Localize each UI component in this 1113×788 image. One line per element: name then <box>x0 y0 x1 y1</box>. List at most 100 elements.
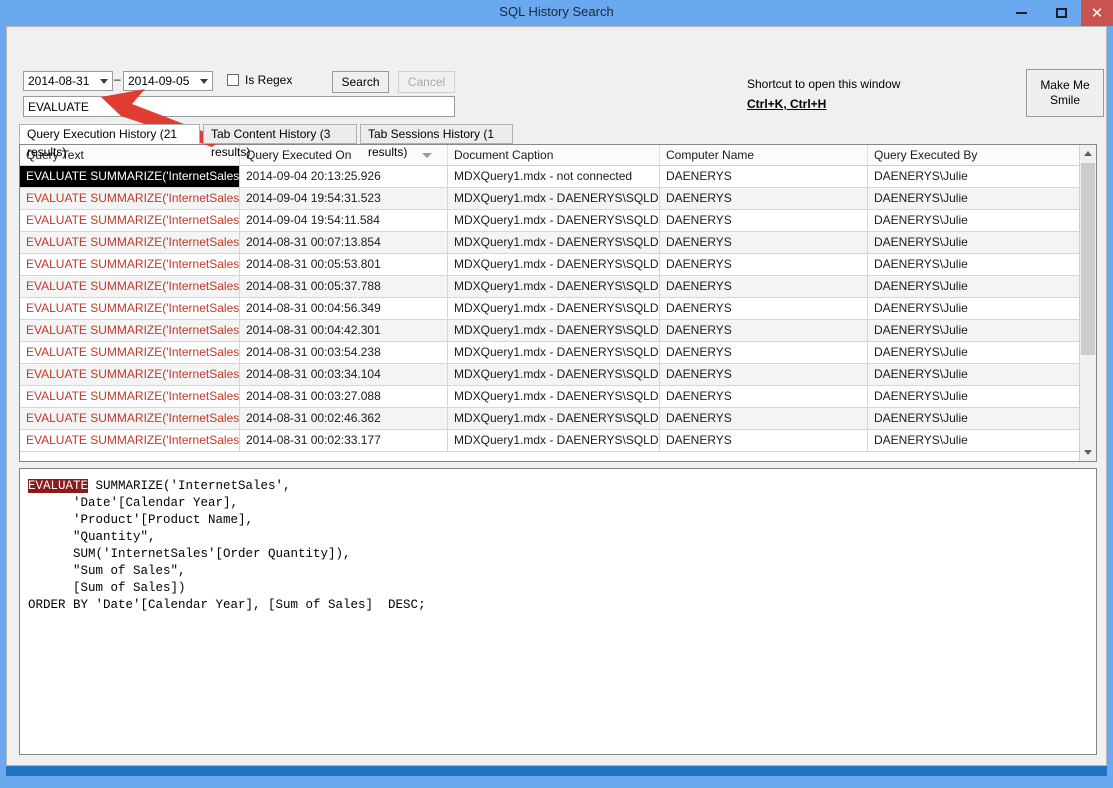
cell-document-caption: MDXQuery1.mdx - DAENERYS\SQLDE... <box>448 210 660 231</box>
cell-computer-name: DAENERYS <box>660 188 868 209</box>
shortcut-keys-link[interactable]: Ctrl+K, Ctrl+H <box>747 97 826 111</box>
results-grid: Query TextQuery Executed OnDocument Capt… <box>19 144 1097 462</box>
grid-body: EVALUATE SUMMARIZE('InternetSales'... 201… <box>20 166 1080 452</box>
cell-computer-name: DAENERYS <box>660 276 868 297</box>
tab-1[interactable]: Tab Content History (3 results) <box>203 124 357 159</box>
minimize-button[interactable] <box>1001 0 1041 26</box>
table-row[interactable]: EVALUATE SUMMARIZE('InternetSales'... 201… <box>20 298 1080 320</box>
maximize-icon <box>1055 8 1067 18</box>
query-preview-text: EVALUATE SUMMARIZE('InternetSales', 'Dat… <box>20 469 1096 614</box>
table-row[interactable]: EVALUATE SUMMARIZE('InternetSales'... 201… <box>20 430 1080 452</box>
search-button[interactable]: Search <box>332 71 389 93</box>
table-row[interactable]: EVALUATE SUMMARIZE('InternetSales'... 201… <box>20 408 1080 430</box>
cell-computer-name: DAENERYS <box>660 430 868 451</box>
cell-executed-on: 2014-08-31 00:04:56.349 <box>240 298 448 319</box>
tab-strip: Query Execution History (21 results) Tab … <box>19 124 1097 159</box>
scrollbar-thumb[interactable] <box>1081 163 1095 355</box>
table-row[interactable]: EVALUATE SUMMARIZE('InternetSales'... 201… <box>20 254 1080 276</box>
chevron-down-icon <box>100 79 108 84</box>
table-row[interactable]: EVALUATE SUMMARIZE('InternetSales'... 201… <box>20 276 1080 298</box>
cell-executed-by: DAENERYS\Julie <box>868 408 1080 429</box>
scroll-up-button[interactable] <box>1080 145 1096 162</box>
date-to-dropdown[interactable]: 2014-09-05 <box>123 71 213 91</box>
chevron-down-icon <box>200 79 208 84</box>
query-preview-pane[interactable]: EVALUATE SUMMARIZE('InternetSales', 'Dat… <box>19 468 1097 755</box>
cell-computer-name: DAENERYS <box>660 298 868 319</box>
column-header-label: Document Caption <box>454 148 554 162</box>
title-bar: SQL History Search ✕ <box>0 0 1113 26</box>
tab-2[interactable]: Tab Sessions History (1 results) <box>360 124 513 159</box>
cell-executed-on: 2014-09-04 20:13:25.926 <box>240 166 448 187</box>
cell-executed-by: DAENERYS\Julie <box>868 342 1080 363</box>
table-row[interactable]: EVALUATE SUMMARIZE('InternetSales'... 201… <box>20 386 1080 408</box>
minimize-icon <box>1015 12 1027 14</box>
cell-document-caption: MDXQuery1.mdx - DAENERYS\SQLDE... <box>448 342 660 363</box>
cell-query-text: EVALUATE SUMMARIZE('InternetSales'... <box>20 210 240 231</box>
table-row[interactable]: EVALUATE SUMMARIZE('InternetSales'... 201… <box>20 166 1080 188</box>
cell-executed-on: 2014-09-04 19:54:11.584 <box>240 210 448 231</box>
cell-computer-name: DAENERYS <box>660 166 868 187</box>
is-regex-checkbox[interactable]: Is Regex <box>227 73 292 87</box>
cell-executed-by: DAENERYS\Julie <box>868 320 1080 341</box>
cell-query-text: EVALUATE SUMMARIZE('InternetSales'... <box>20 298 240 319</box>
grid-header-row: Query TextQuery Executed OnDocument Capt… <box>20 145 1080 166</box>
table-row[interactable]: EVALUATE SUMMARIZE('InternetSales'... 201… <box>20 342 1080 364</box>
cell-document-caption: MDXQuery1.mdx - DAENERYS\SQLDE... <box>448 188 660 209</box>
column-header-1[interactable]: Query Executed On <box>240 145 448 165</box>
column-header-4[interactable]: Query Executed By <box>868 145 1080 165</box>
column-header-3[interactable]: Computer Name <box>660 145 868 165</box>
table-row[interactable]: EVALUATE SUMMARIZE('InternetSales'... 201… <box>20 232 1080 254</box>
cell-executed-by: DAENERYS\Julie <box>868 364 1080 385</box>
cell-executed-by: DAENERYS\Julie <box>868 386 1080 407</box>
column-header-label: Query Executed On <box>246 148 352 162</box>
cell-query-text: EVALUATE SUMMARIZE('InternetSales'... <box>20 254 240 275</box>
make-me-smile-button[interactable]: Make Me Smile <box>1026 69 1104 117</box>
cell-executed-on: 2014-08-31 00:04:42.301 <box>240 320 448 341</box>
chevron-down-icon <box>1084 450 1092 455</box>
cell-document-caption: MDXQuery1.mdx - DAENERYS\SQLDE... <box>448 254 660 275</box>
cell-computer-name: DAENERYS <box>660 232 868 253</box>
table-row[interactable]: EVALUATE SUMMARIZE('InternetSales'... 201… <box>20 210 1080 232</box>
cell-executed-by: DAENERYS\Julie <box>868 166 1080 187</box>
table-row[interactable]: EVALUATE SUMMARIZE('InternetSales'... 201… <box>20 320 1080 342</box>
table-row[interactable]: EVALUATE SUMMARIZE('InternetSales'... 201… <box>20 188 1080 210</box>
make-me-smile-line1: Make Me <box>1040 78 1090 92</box>
cell-executed-by: DAENERYS\Julie <box>868 254 1080 275</box>
cell-query-text: EVALUATE SUMMARIZE('InternetSales'... <box>20 166 240 187</box>
chevron-up-icon <box>1084 151 1092 156</box>
cell-computer-name: DAENERYS <box>660 320 868 341</box>
cancel-button: Cancel <box>398 71 455 93</box>
window-title: SQL History Search <box>499 4 614 19</box>
cell-computer-name: DAENERYS <box>660 254 868 275</box>
maximize-button[interactable] <box>1041 0 1081 26</box>
bottom-accent-bar <box>6 766 1107 776</box>
checkbox-box-icon <box>227 74 239 86</box>
column-header-label: Query Executed By <box>874 148 978 162</box>
cell-computer-name: DAENERYS <box>660 364 868 385</box>
column-header-2[interactable]: Document Caption <box>448 145 660 165</box>
date-from-dropdown[interactable]: 2014-08-31 <box>23 71 113 91</box>
tab-0[interactable]: Query Execution History (21 results) <box>19 124 200 159</box>
cell-query-text: EVALUATE SUMMARIZE('InternetSales'... <box>20 342 240 363</box>
cell-executed-by: DAENERYS\Julie <box>868 232 1080 253</box>
cell-executed-on: 2014-08-31 00:07:13.854 <box>240 232 448 253</box>
cell-executed-on: 2014-08-31 00:02:46.362 <box>240 408 448 429</box>
table-row[interactable]: EVALUATE SUMMARIZE('InternetSales'... 201… <box>20 364 1080 386</box>
date-from-value: 2014-08-31 <box>28 74 90 88</box>
make-me-smile-line2: Smile <box>1049 93 1080 107</box>
close-button[interactable]: ✕ <box>1081 0 1113 26</box>
cell-executed-by: DAENERYS\Julie <box>868 430 1080 451</box>
cell-computer-name: DAENERYS <box>660 386 868 407</box>
client-area: 2014-08-31 – 2014-09-05 Is Regex Search … <box>6 26 1107 766</box>
cell-executed-on: 2014-08-31 00:03:27.088 <box>240 386 448 407</box>
scroll-down-button[interactable] <box>1080 444 1096 461</box>
cell-document-caption: MDXQuery1.mdx - not connected <box>448 166 660 187</box>
cell-executed-on: 2014-08-31 00:02:33.177 <box>240 430 448 451</box>
query-preview-body: SUMMARIZE('InternetSales', 'Date'[Calend… <box>28 479 426 612</box>
search-input[interactable] <box>23 96 455 117</box>
cell-computer-name: DAENERYS <box>660 210 868 231</box>
shortcut-label: Shortcut to open this window <box>747 77 901 91</box>
grid-vertical-scrollbar[interactable] <box>1079 145 1096 461</box>
cell-executed-on: 2014-08-31 00:03:34.104 <box>240 364 448 385</box>
column-header-label: Computer Name <box>666 148 755 162</box>
